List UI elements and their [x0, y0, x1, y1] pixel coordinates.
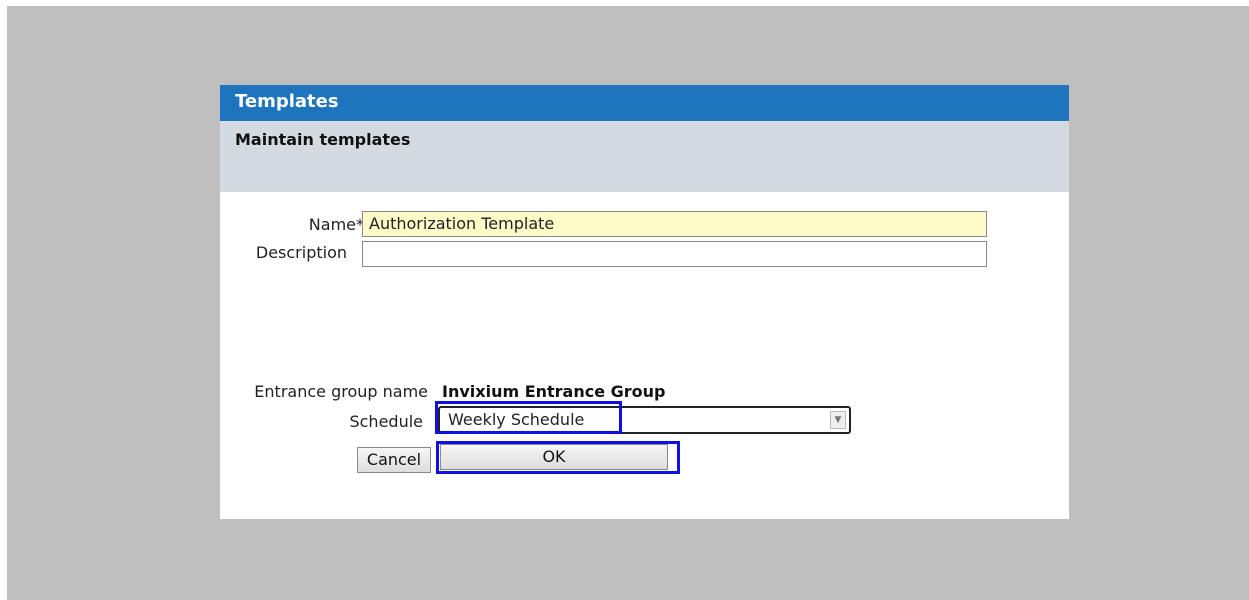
description-label: Description — [255, 243, 347, 262]
name-label: Name* — [308, 215, 364, 234]
dialog-title: Templates — [220, 85, 1069, 121]
description-input[interactable] — [362, 241, 987, 267]
dialog-subtitle: Maintain templates — [220, 121, 1069, 192]
entrance-group-value: Invixium Entrance Group — [442, 382, 666, 401]
name-input[interactable]: Authorization Template — [362, 211, 987, 237]
ok-highlight-box — [436, 441, 680, 474]
schedule-label: Schedule — [349, 412, 423, 431]
entrance-group-label: Entrance group name — [254, 382, 428, 401]
templates-dialog: Templates Maintain templates Name* Autho… — [220, 85, 1069, 519]
schedule-highlight-box — [435, 401, 622, 434]
dropdown-arrow-icon[interactable]: ▼ — [830, 411, 846, 429]
cancel-button[interactable]: Cancel — [357, 447, 431, 473]
